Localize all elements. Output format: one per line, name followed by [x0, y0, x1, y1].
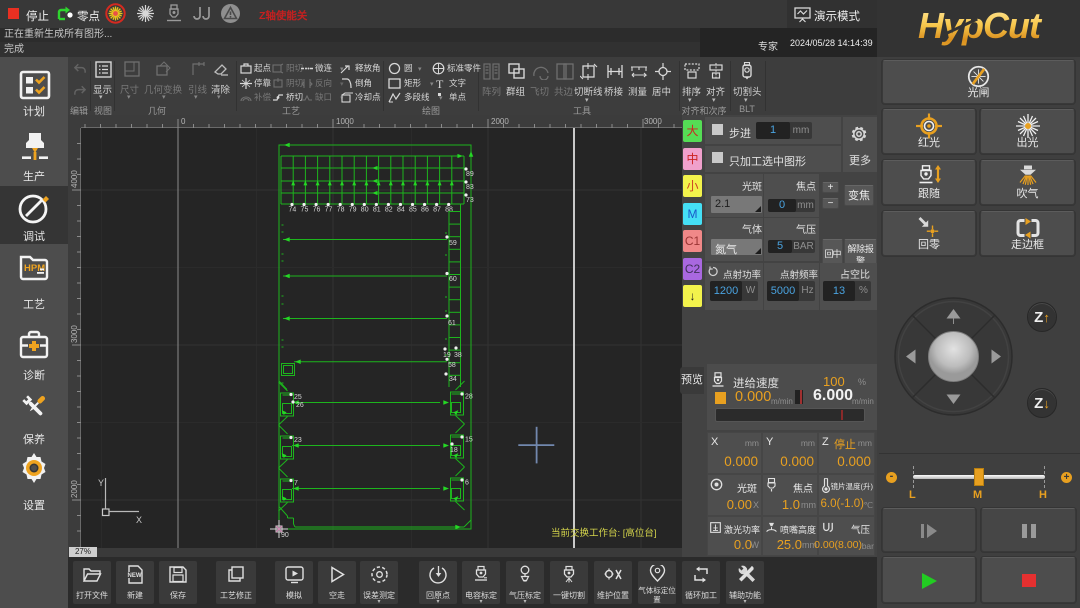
svg-text:82: 82 [385, 207, 393, 214]
svg-text:59: 59 [449, 240, 457, 247]
svg-text:81: 81 [373, 207, 381, 214]
svg-text:15: 15 [465, 437, 473, 444]
svg-text:4000: 4000 [70, 170, 79, 188]
svg-text:X: X [136, 515, 142, 525]
svg-text:61: 61 [448, 320, 456, 327]
svg-text:83: 83 [466, 184, 474, 191]
svg-text:89: 89 [466, 171, 474, 178]
svg-text:84: 84 [397, 207, 405, 214]
svg-text:75: 75 [301, 207, 309, 214]
svg-text:25: 25 [294, 394, 302, 401]
svg-text:74: 74 [289, 207, 297, 214]
svg-text:2000: 2000 [70, 480, 79, 498]
svg-text:90: 90 [281, 532, 289, 539]
svg-text:6: 6 [465, 480, 469, 487]
svg-text:38: 38 [454, 352, 462, 359]
svg-text:18: 18 [450, 447, 458, 454]
svg-text:23: 23 [294, 437, 302, 444]
svg-text:79: 79 [349, 207, 357, 214]
svg-text:80: 80 [361, 207, 369, 214]
svg-text:当前交换工作台: [高位台]: 当前交换工作台: [高位台] [551, 527, 657, 539]
svg-text:87: 87 [433, 207, 441, 214]
svg-text:34: 34 [449, 376, 457, 383]
svg-text:3000: 3000 [70, 325, 79, 343]
svg-text:7: 7 [294, 480, 298, 487]
svg-text:58: 58 [448, 362, 456, 369]
svg-text:3000: 3000 [644, 117, 662, 126]
svg-text:85: 85 [409, 207, 417, 214]
svg-text:76: 76 [313, 207, 321, 214]
svg-text:26: 26 [296, 402, 304, 409]
svg-text:Y: Y [98, 478, 104, 488]
svg-text:0: 0 [181, 117, 186, 126]
svg-text:78: 78 [337, 207, 345, 214]
svg-text:2000: 2000 [491, 117, 509, 126]
svg-text:86: 86 [421, 207, 429, 214]
svg-text:1000: 1000 [336, 117, 354, 126]
svg-text:73: 73 [466, 197, 474, 204]
svg-text:60: 60 [449, 276, 457, 283]
svg-text:77: 77 [325, 207, 333, 214]
svg-text:28: 28 [465, 394, 473, 401]
svg-text:NEW: NEW [128, 573, 142, 579]
